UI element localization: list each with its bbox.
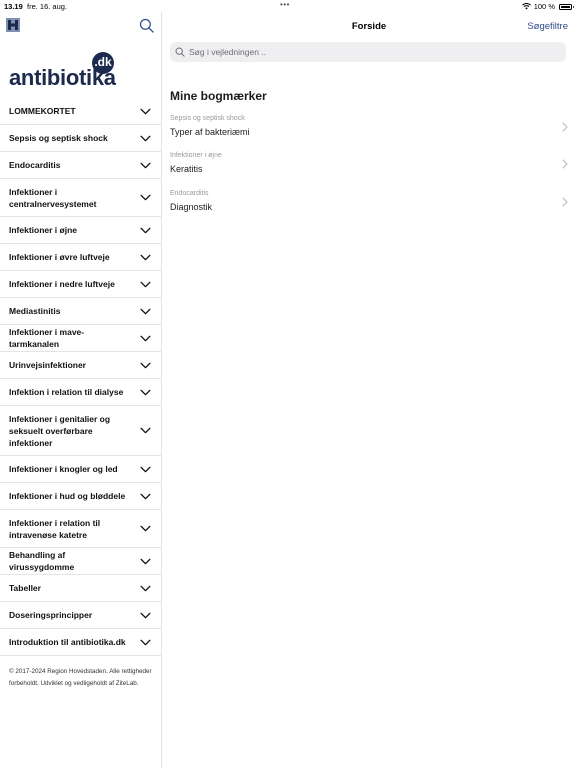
sidebar-item-label: Infektioner i øvre luftveje	[9, 252, 110, 262]
status-date: fre. 16. aug.	[27, 2, 68, 11]
multitasking-dots[interactable]: •••	[280, 0, 290, 9]
sidebar-item[interactable]: Introduktion til antibiotika.dk	[0, 629, 161, 656]
sidebar-item-label: Doseringsprincipper	[9, 610, 93, 620]
sidebar-item-label: Introduktion til antibiotika.dk	[9, 637, 126, 647]
search-icon[interactable]	[139, 18, 154, 33]
sidebar-item-label: Infektioner i mave-tarmkanalen	[9, 327, 85, 349]
chevron-right-icon	[562, 159, 568, 169]
chevron-down-icon[interactable]	[140, 639, 151, 646]
sidebar-item[interactable]: Infektioner i centralnervesystemet	[0, 179, 161, 217]
sidebar-item[interactable]: Sepsis og septisk shock	[0, 125, 161, 152]
sidebar-item[interactable]: Urinvejsinfektioner	[0, 352, 161, 379]
chevron-down-icon[interactable]	[140, 281, 151, 288]
sidebar-item-label: Infektioner i relation til intravenøse k…	[9, 517, 101, 540]
sidebar-item-label: Infektioner i centralnervesystemet	[9, 186, 97, 209]
sidebar-item-label: Infektioner i øjne	[9, 225, 78, 235]
bookmark-item[interactable]: Endocarditis Diagnostik	[170, 190, 568, 220]
sidebar-item-label: LOMMEKORTET	[9, 106, 76, 116]
sidebar-item[interactable]: Mediastinitis	[0, 298, 161, 325]
search-bar[interactable]	[170, 42, 566, 62]
sidebar-item-label: Tabeller	[9, 583, 41, 593]
h-logo-icon[interactable]	[6, 18, 20, 32]
bookmark-category: Infektioner i øjne	[170, 152, 222, 159]
chevron-down-icon[interactable]	[140, 558, 151, 565]
sidebar: .dk antibiotika LOMMEKORTET Sepsis og sep…	[0, 12, 162, 768]
bookmark-category: Endocarditis	[170, 190, 209, 197]
chevron-down-icon[interactable]	[140, 466, 151, 473]
bookmark-title: Keratitis	[170, 164, 203, 174]
chevron-down-icon[interactable]	[140, 227, 151, 234]
chevron-down-icon[interactable]	[140, 308, 151, 315]
bookmark-category: Sepsis og septisk shock	[170, 115, 245, 122]
copyright-text: © 2017-2024 Region Hovedstaden. Alle ret…	[9, 668, 152, 687]
sidebar-item[interactable]: Infektioner i genitalier og seksuelt ove…	[0, 406, 161, 456]
sidebar-item-label: Endocarditis	[9, 160, 61, 170]
sidebar-item[interactable]: Behandling af virussygdomme	[0, 548, 161, 575]
search-input[interactable]	[189, 47, 559, 57]
sidebar-item[interactable]: Infektion i relation til dialyse	[0, 379, 161, 406]
brand-name: antibiotika	[9, 65, 116, 90]
bookmarks-heading: Mine bogmærker	[170, 89, 267, 103]
chevron-down-icon[interactable]	[140, 362, 151, 369]
sidebar-item[interactable]: Tabeller	[0, 575, 161, 602]
bookmark-title: Typer af bakteriæmi	[170, 127, 250, 137]
sidebar-item[interactable]: Doseringsprincipper	[0, 602, 161, 629]
sidebar-item-label: Infektioner i genitalier og seksuelt ove…	[9, 413, 111, 448]
chevron-down-icon[interactable]	[140, 335, 151, 342]
sidebar-item[interactable]: Infektioner i knogler og led	[0, 456, 161, 483]
chevron-down-icon[interactable]	[140, 135, 151, 142]
sidebar-toolbar	[0, 12, 161, 42]
chevron-right-icon	[562, 122, 568, 132]
chevron-down-icon[interactable]	[140, 525, 151, 532]
sidebar-item-label: Behandling af virussygdomme	[9, 550, 75, 572]
chevron-down-icon[interactable]	[140, 389, 151, 396]
page-title: Forside	[351, 21, 387, 32]
battery-icon	[559, 3, 574, 10]
sidebar-item[interactable]: Endocarditis	[0, 152, 161, 179]
sidebar-item-label: Infektioner i knogler og led	[9, 464, 118, 474]
sidebar-item[interactable]: Infektioner i øvre luftveje	[0, 244, 161, 271]
chevron-down-icon[interactable]	[140, 254, 151, 261]
wifi-icon	[521, 3, 531, 10]
sidebar-item[interactable]: Infektioner i relation til intravenøse k…	[0, 510, 161, 548]
bookmark-title: Diagnostik	[170, 202, 213, 212]
chevron-right-icon	[562, 197, 568, 207]
chevron-down-icon[interactable]	[140, 194, 151, 201]
search-filters-button[interactable]: Søgefiltre	[527, 21, 568, 32]
main-content: Forside Søgefiltre Mine bogmærker Sepsis…	[162, 12, 576, 768]
status-right: 100 %	[521, 2, 574, 11]
sidebar-item-label: Mediastinitis	[9, 306, 61, 316]
chevron-down-icon[interactable]	[140, 585, 151, 592]
sidebar-menu: LOMMEKORTET Sepsis og septisk shock Endoca…	[0, 98, 161, 656]
sidebar-item-label: Infektioner i nedre luftveje	[9, 279, 115, 289]
chevron-down-icon[interactable]	[140, 162, 151, 169]
sidebar-item-label: Urinvejsinfektioner	[9, 360, 86, 370]
sidebar-item[interactable]: LOMMEKORTET	[0, 98, 161, 125]
battery-percent: 100 %	[533, 2, 555, 11]
sidebar-item-label: Sepsis og septisk shock	[9, 133, 108, 143]
status-bar: 13.19 fre. 16. aug. ••• 100 %	[0, 0, 576, 12]
bookmark-item[interactable]: Sepsis og septisk shock Typer af bakteriæ…	[170, 115, 568, 145]
chevron-down-icon[interactable]	[140, 612, 151, 619]
sidebar-item[interactable]: Infektioner i øjne	[0, 217, 161, 244]
sidebar-item-label: Infektion i relation til dialyse	[9, 387, 124, 397]
status-time: 13.19	[4, 2, 23, 11]
sidebar-item[interactable]: Infektioner i hud og bløddele	[0, 483, 161, 510]
sidebar-item[interactable]: Infektioner i nedre luftveje	[0, 271, 161, 298]
sidebar-item[interactable]: Infektioner i mave-tarmkanalen	[0, 325, 161, 352]
bookmark-item[interactable]: Infektioner i øjne Keratitis	[170, 152, 568, 182]
sidebar-item-label: Infektioner i hud og bløddele	[9, 491, 126, 501]
search-icon	[175, 47, 185, 57]
chevron-down-icon[interactable]	[140, 493, 151, 500]
chevron-down-icon[interactable]	[140, 427, 151, 434]
chevron-down-icon[interactable]	[140, 108, 151, 115]
